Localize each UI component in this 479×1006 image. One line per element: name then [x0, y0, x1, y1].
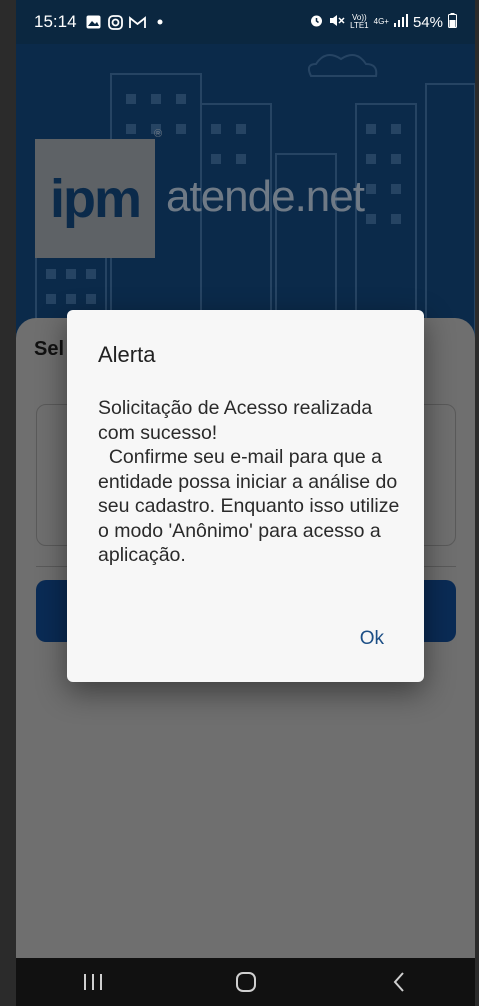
dialog-scrim: Alerta Solicitação de Acesso realizada c…: [0, 0, 479, 1006]
alert-dialog: Alerta Solicitação de Acesso realizada c…: [67, 310, 424, 682]
dialog-title: Alerta: [98, 342, 156, 367]
dialog-message: Solicitação de Acesso realizada com suce…: [98, 397, 400, 566]
ok-button[interactable]: Ok: [360, 628, 384, 650]
